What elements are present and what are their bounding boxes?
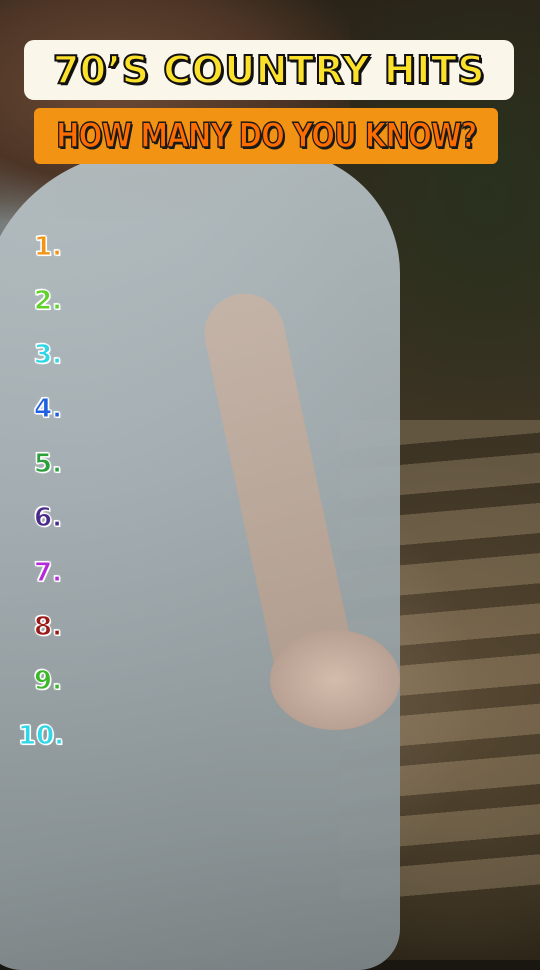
list-number-10: 10. xyxy=(17,721,65,752)
list-number-7: 7. xyxy=(34,558,63,589)
page-title: 70’S COUNTRY HITS xyxy=(52,47,486,93)
list-number-1: 1. xyxy=(34,232,63,263)
page-subtitle: HOW MANY DO YOU KNOW? xyxy=(55,115,477,157)
list-number-6: 6. xyxy=(34,503,63,534)
subtitle-banner: HOW MANY DO YOU KNOW? xyxy=(34,108,498,164)
list-number-3: 3. xyxy=(34,340,63,371)
list-number-9: 9. xyxy=(34,666,63,697)
hand xyxy=(270,630,400,730)
title-banner: 70’S COUNTRY HITS xyxy=(24,40,514,100)
list-number-8: 8. xyxy=(34,612,63,643)
list-number-2: 2. xyxy=(34,286,63,317)
list-number-4: 4. xyxy=(34,394,63,425)
list-number-5: 5. xyxy=(34,449,63,480)
